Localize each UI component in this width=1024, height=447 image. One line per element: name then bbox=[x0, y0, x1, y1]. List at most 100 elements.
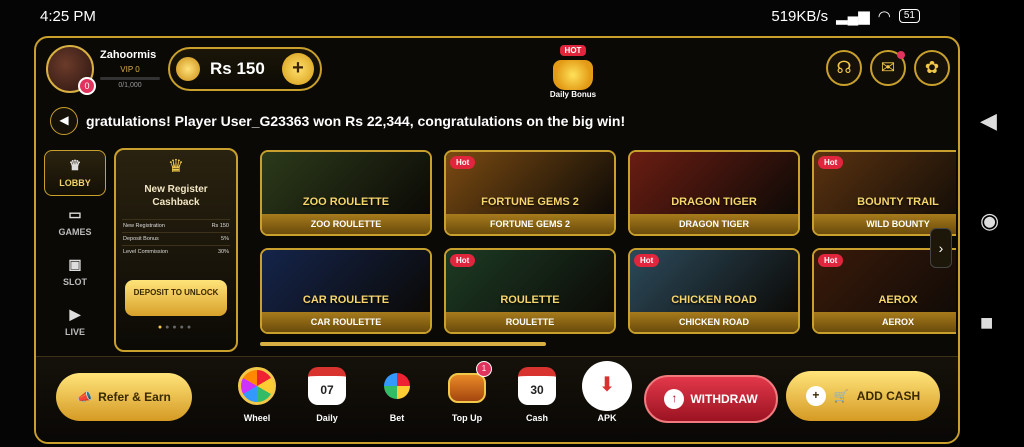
add-balance-button[interactable]: + bbox=[282, 53, 314, 85]
bet-wheel-icon bbox=[384, 373, 410, 399]
hot-badge: Hot bbox=[450, 254, 476, 267]
wheel-button[interactable]: Wheel bbox=[222, 367, 292, 423]
back-icon[interactable]: ◀ bbox=[980, 108, 997, 134]
daily-bonus-button[interactable]: HOT Daily Bonus bbox=[543, 40, 603, 99]
refer-earn-button[interactable]: 📣 Refer & Earn bbox=[56, 373, 192, 421]
chevron-right-icon[interactable]: › bbox=[930, 228, 952, 268]
game-logo: FORTUNE GEMS 2 bbox=[481, 196, 579, 208]
game-logo: CAR ROULETTE bbox=[302, 294, 390, 306]
game-tile[interactable]: ROULETTE Hot ROULETTE bbox=[444, 248, 616, 334]
table-row: New Registration Rs 150 bbox=[122, 219, 230, 233]
game-title: AEROX bbox=[814, 312, 956, 332]
game-tile[interactable]: ZOO ROULETTE ZOO ROULETTE bbox=[260, 150, 432, 236]
nav-live[interactable]: ▶ LIVE bbox=[44, 300, 106, 350]
cash-label: Cash bbox=[525, 413, 548, 423]
game-title: ZOO ROULETTE bbox=[262, 214, 430, 234]
megaphone-icon: ◀ bbox=[50, 107, 78, 135]
deposit-to-unlock-button[interactable]: DEPOSIT TO UNLOCK bbox=[125, 280, 227, 316]
topup-button[interactable]: 1 Top Up bbox=[432, 361, 502, 423]
crown-icon: ♛ bbox=[167, 156, 185, 176]
plus-icon: + bbox=[805, 386, 826, 406]
calendar-icon: 07 bbox=[308, 367, 346, 405]
withdraw-button[interactable]: ↑ WITHDRAW bbox=[644, 375, 778, 423]
nav-lobby[interactable]: ♛ LOBBY bbox=[44, 150, 106, 196]
nav-slot[interactable]: ▣ SLOT bbox=[44, 250, 106, 300]
daily-label: Daily bbox=[316, 413, 338, 423]
headset-icon[interactable]: ☊ bbox=[826, 50, 862, 86]
android-nav-bar: ◀ ◉ ■ bbox=[960, 0, 1024, 447]
avatar[interactable]: 0 bbox=[46, 45, 96, 95]
daily-button[interactable]: 07 Daily bbox=[292, 367, 362, 423]
status-bar: 4:25 PM 519KB/s ▂▄▆ ◠ 51 bbox=[0, 0, 960, 32]
network-speed: 519KB/s bbox=[771, 7, 829, 25]
download-icon: ⬇ bbox=[582, 361, 632, 411]
row-value: 5% bbox=[198, 232, 230, 246]
row-value: 30% bbox=[198, 245, 230, 258]
bet-label: Bet bbox=[389, 413, 405, 423]
row-key: Level Commission bbox=[122, 245, 199, 258]
game-tile[interactable]: CAR ROULETTE CAR ROULETTE bbox=[260, 248, 432, 334]
hot-badge: Hot bbox=[818, 254, 844, 267]
gift-icon bbox=[553, 60, 593, 90]
slot-icon: ▣ bbox=[68, 256, 82, 272]
game-tile[interactable]: BOUNTY TRAIL Hot WILD BOUNTY bbox=[812, 150, 956, 236]
apk-label: APK bbox=[597, 413, 617, 423]
hot-badge: Hot bbox=[634, 254, 660, 267]
hot-badge: Hot bbox=[450, 156, 476, 169]
avatar-notification-badge: 0 bbox=[78, 77, 96, 95]
battery-icon: 51 bbox=[898, 9, 920, 23]
cashback-promo-card[interactable]: ♛ New Register Cashback New Registration… bbox=[114, 148, 238, 352]
game-tile[interactable]: FORTUNE GEMS 2 Hot FORTUNE GEMS 2 bbox=[444, 150, 616, 236]
withdraw-label: WITHDRAW bbox=[690, 392, 758, 406]
wheel-label: Wheel bbox=[243, 413, 271, 423]
bottom-bar: 📣 Refer & Earn Wheel 07 Daily Bet 1 Top … bbox=[36, 356, 958, 442]
hot-badge: Hot bbox=[818, 156, 844, 169]
calendar-icon: 30 bbox=[518, 367, 556, 405]
cash-button[interactable]: 30 Cash bbox=[502, 367, 572, 423]
game-title: FORTUNE GEMS 2 bbox=[446, 214, 614, 234]
header: 0 Zahoormis VIP 0 0/1,000 Rs 150 + HOT D… bbox=[36, 38, 958, 100]
game-title: CHICKEN ROAD bbox=[630, 312, 798, 332]
nav-label: SLOT bbox=[63, 277, 87, 287]
game-tile[interactable]: DRAGON TIGER DRAGON TIGER bbox=[628, 150, 800, 236]
add-cash-label: ADD CASH bbox=[856, 389, 921, 403]
balance-pill[interactable]: Rs 150 + bbox=[168, 47, 322, 91]
megaphone-icon: 📣 bbox=[77, 390, 93, 404]
promo-table: New Registration Rs 150 Deposit Bonus 5% L… bbox=[122, 219, 230, 258]
game-tile[interactable]: CHICKEN ROAD Hot CHICKEN ROAD bbox=[628, 248, 800, 334]
add-cash-button[interactable]: + 🛒 ADD CASH bbox=[786, 371, 940, 421]
apk-button[interactable]: ⬇ APK bbox=[572, 361, 642, 423]
user-info: Zahoormis VIP 0 0/1,000 bbox=[100, 49, 160, 89]
coin-icon bbox=[176, 57, 200, 81]
game-logo: BOUNTY TRAIL bbox=[857, 196, 939, 208]
mail-icon[interactable]: ✉ bbox=[870, 50, 906, 86]
nav-games[interactable]: ▭ GAMES bbox=[44, 200, 106, 250]
refer-label: Refer & Earn bbox=[98, 390, 171, 404]
game-logo: CHICKEN ROAD bbox=[671, 294, 757, 306]
game-art: ZOO ROULETTE bbox=[262, 152, 430, 216]
hot-badge: HOT bbox=[559, 45, 587, 56]
play-icon: ▶ bbox=[69, 306, 81, 322]
games-scrollbar[interactable] bbox=[260, 342, 546, 346]
row-value: Rs 150 bbox=[198, 219, 230, 233]
balance-amount: Rs 150 bbox=[210, 59, 265, 78]
bet-button[interactable]: Bet bbox=[362, 367, 432, 423]
nav-label: LOBBY bbox=[59, 178, 91, 188]
signal-icon: ▂▄▆ bbox=[836, 8, 870, 25]
row-key: New Registration bbox=[122, 219, 199, 233]
game-art: CAR ROULETTE bbox=[262, 250, 430, 314]
promo-title: New Register Cashback bbox=[144, 184, 208, 208]
wheel-icon bbox=[238, 367, 276, 405]
screen: 4:25 PM 519KB/s ▂▄▆ ◠ 51 0 Zahoormis VIP… bbox=[0, 0, 1024, 447]
casino-app: 0 Zahoormis VIP 0 0/1,000 Rs 150 + HOT D… bbox=[34, 36, 960, 444]
recents-icon[interactable]: ■ bbox=[980, 310, 993, 336]
game-title: CAR ROULETTE bbox=[262, 312, 430, 332]
arrow-up-icon: ↑ bbox=[664, 389, 685, 409]
wifi-icon: ◠ bbox=[877, 8, 891, 25]
settings-icon[interactable]: ✿ bbox=[914, 50, 950, 86]
game-logo: ROULETTE bbox=[500, 294, 560, 306]
side-nav: ♛ LOBBY ▭ GAMES ▣ SLOT ▶ LIVE bbox=[44, 150, 106, 350]
home-icon[interactable]: ◉ bbox=[980, 208, 999, 234]
username: Zahoormis bbox=[100, 49, 157, 61]
game-logo: DRAGON TIGER bbox=[671, 196, 757, 208]
